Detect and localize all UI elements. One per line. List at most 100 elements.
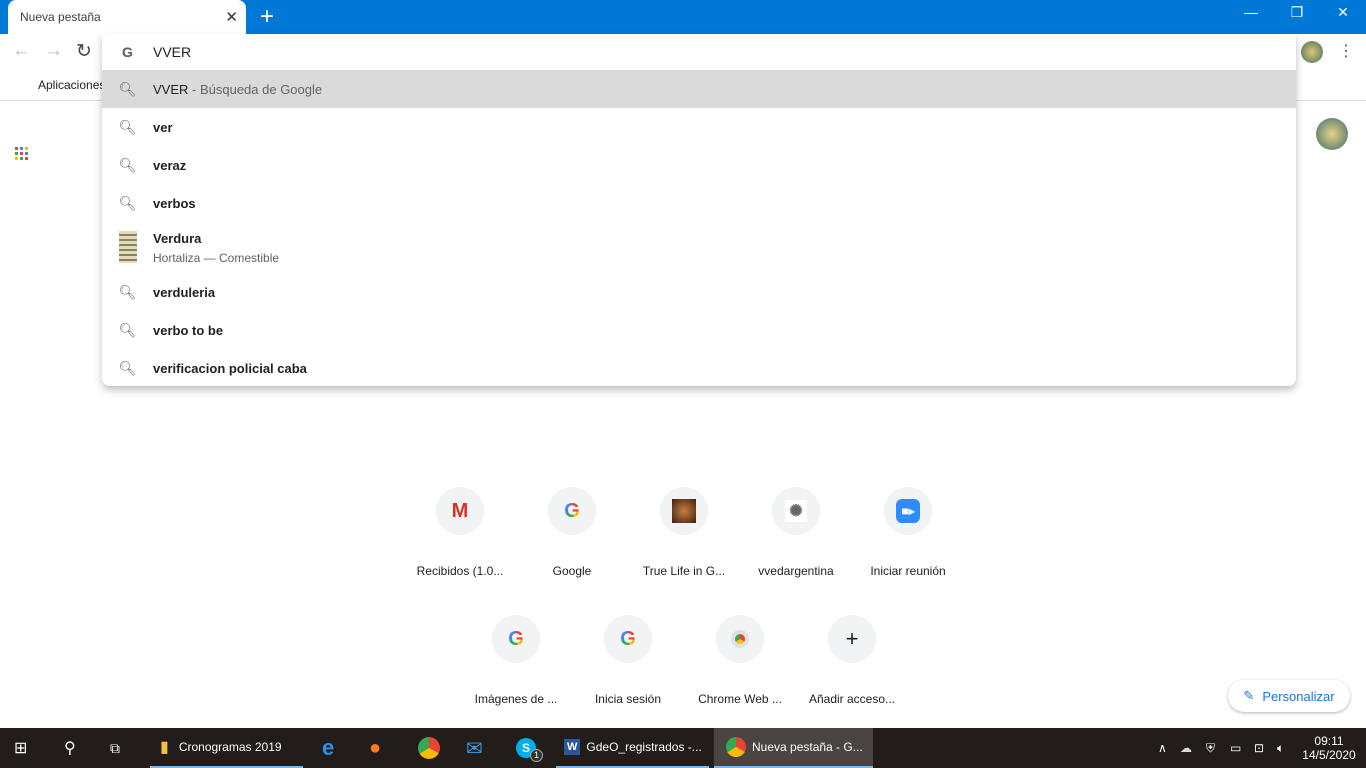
taskbar-item-explorer[interactable]: ▮ Cronogramas 2019 [150,728,303,768]
google-icon: G [492,615,540,663]
folder-icon: ▮ [160,739,169,756]
skype-icon[interactable]: S1 [516,728,543,768]
suggestion-text: VVER [153,81,189,97]
shortcut-label: Google [552,564,592,578]
shortcut-label: Añadir acceso... [808,692,896,706]
google-icon: G [548,487,596,535]
taskbar-label: Nueva pestaña - G... [752,740,863,754]
chrome-icon[interactable] [418,728,440,768]
shortcut-tile[interactable]: G Google [516,487,628,578]
shortcut-tile[interactable]: G Inicia sesión [572,615,684,706]
plus-icon: + [828,615,876,663]
new-tab-button[interactable]: + [260,3,274,31]
search-icon[interactable]: ⚲ [64,728,76,768]
suggestion-item[interactable]: 🔍︎ verbo to be [102,311,1296,349]
shortcut-tile[interactable]: ✺ vvedargentina [740,487,852,578]
search-icon: 🔍︎ [118,194,137,211]
suggestion-item-entity[interactable]: Verdura Hortaliza — Comestible [102,222,1296,274]
taskbar-label: Cronogramas 2019 [178,740,282,754]
bookmark-apps[interactable]: Aplicaciones [38,78,105,92]
onedrive-icon[interactable]: ☁ [1180,728,1192,768]
shortcut-label: Iniciar reunión [870,564,946,578]
suggestion-text: verbo to be [153,322,224,338]
search-icon: 🔍︎ [118,359,137,376]
chrome-web-store-icon [716,615,764,663]
portrait-icon [660,487,708,535]
profile-avatar[interactable] [1301,41,1323,63]
suggestion-text: verbos [153,195,196,211]
customize-button[interactable]: ✎ Personalizar [1228,680,1350,712]
volume-icon[interactable]: 🔈︎ [1277,728,1284,768]
show-hidden-icons[interactable]: ∧ [1158,728,1167,768]
zoom-icon: ■▸ [884,487,932,535]
mail-icon[interactable]: ✉ [466,728,483,768]
firefox-icon[interactable]: ● [369,728,381,768]
account-avatar[interactable] [1316,118,1348,150]
taskbar-item-chrome[interactable]: Nueva pestaña - G... [714,728,873,768]
tab-strip: Nueva pestaña ✕ + — ❐ ✕ [0,0,1366,34]
suggestion-text: veraz [153,157,187,173]
omnibox-input[interactable]: G VVER [102,34,1296,70]
suggestion-text: verduleria [153,284,216,300]
suggestion-item[interactable]: 🔍︎ verificacion policial caba [102,349,1296,387]
suggestion-item[interactable]: 🔍︎ ver [102,108,1296,146]
suggestion-item[interactable]: 🔍︎ verduleria [102,273,1296,311]
security-shield-icon[interactable]: ⛨ [1206,728,1215,768]
gmail-icon: M [436,487,484,535]
menu-icon[interactable]: ⋮ [1338,41,1354,61]
taskbar-label: GdeO_registrados -... [586,740,702,754]
edge-icon[interactable]: e [322,728,334,768]
seal-icon: ✺ [772,487,820,535]
search-icon: 🔍︎ [118,156,137,173]
shortcut-label: Recibidos (1.0... [416,564,504,578]
suggestion-item[interactable]: 🔍︎ verbos [102,184,1296,222]
suggestion-suffix: - Búsqueda de Google [188,81,323,97]
suggestion-item[interactable]: 🔍︎ VVER - Búsqueda de Google [102,70,1296,108]
shortcut-label: Imágenes de ... [474,692,558,706]
verdura-thumbnail [118,230,137,263]
apps-icon [15,147,28,160]
suggestion-text: ver [153,119,173,135]
shortcut-tile[interactable]: Chrome Web ... [684,615,796,706]
network-icon[interactable]: ⊡ [1254,728,1264,768]
customize-label: Personalizar [1262,688,1335,704]
shortcut-label: Chrome Web ... [698,692,782,706]
taskbar: ⊞ ⚲ ⧉ ▮ Cronogramas 2019 e ● ✉ S1 W GdeO_r… [0,728,1366,768]
skype-badge: 1 [530,748,543,762]
close-tab-icon[interactable]: ✕ [225,8,238,26]
clock[interactable]: 09:11 14/5/2020 [1300,728,1358,768]
time: 09:11 [1314,734,1344,748]
suggestion-item[interactable]: 🔍︎ veraz [102,146,1296,184]
tab-title: Nueva pestaña [20,10,101,24]
shortcut-tile[interactable]: True Life in G... [628,487,740,578]
omnibox-dropdown: G VVER 🔍︎ VVER - Búsqueda de Google 🔍︎ ve… [102,34,1296,386]
word-icon: W [564,739,581,755]
google-icon: G [102,44,153,60]
add-shortcut-button[interactable]: + Añadir acceso... [796,615,908,706]
search-icon: 🔍︎ [118,80,137,97]
omnibox-text[interactable]: VVER [153,44,191,60]
chrome-icon [726,737,746,757]
shortcut-label: True Life in G... [642,564,726,578]
start-button[interactable]: ⊞ [14,728,27,768]
back-button[interactable]: ← [12,40,31,62]
reload-button[interactable]: ↻ [76,40,92,63]
shortcut-tile[interactable]: M Recibidos (1.0... [404,487,516,578]
battery-icon[interactable]: ▭ [1230,728,1241,768]
tab-nueva-pestana[interactable]: Nueva pestaña ✕ [8,0,246,34]
suggestion-text: Verdura [153,231,202,246]
pencil-icon: ✎ [1243,688,1255,703]
search-icon: 🔍︎ [118,118,137,135]
minimize-button[interactable]: — [1228,4,1274,20]
shortcut-label: Inicia sesión [594,692,662,706]
taskbar-item-word[interactable]: W GdeO_registrados -... [556,728,709,768]
shortcut-tile[interactable]: G Imágenes de ... [460,615,572,706]
close-window-button[interactable]: ✕ [1320,4,1366,21]
restore-button[interactable]: ❐ [1274,4,1320,21]
suggestion-subtitle: Hortaliza — Comestible [153,251,280,265]
shortcut-tile[interactable]: ■▸ Iniciar reunión [852,487,964,578]
task-view-icon[interactable]: ⧉ [110,728,120,768]
google-icon: G [604,615,652,663]
shortcut-label: vvedargentina [758,564,834,578]
forward-button[interactable]: → [44,40,63,62]
